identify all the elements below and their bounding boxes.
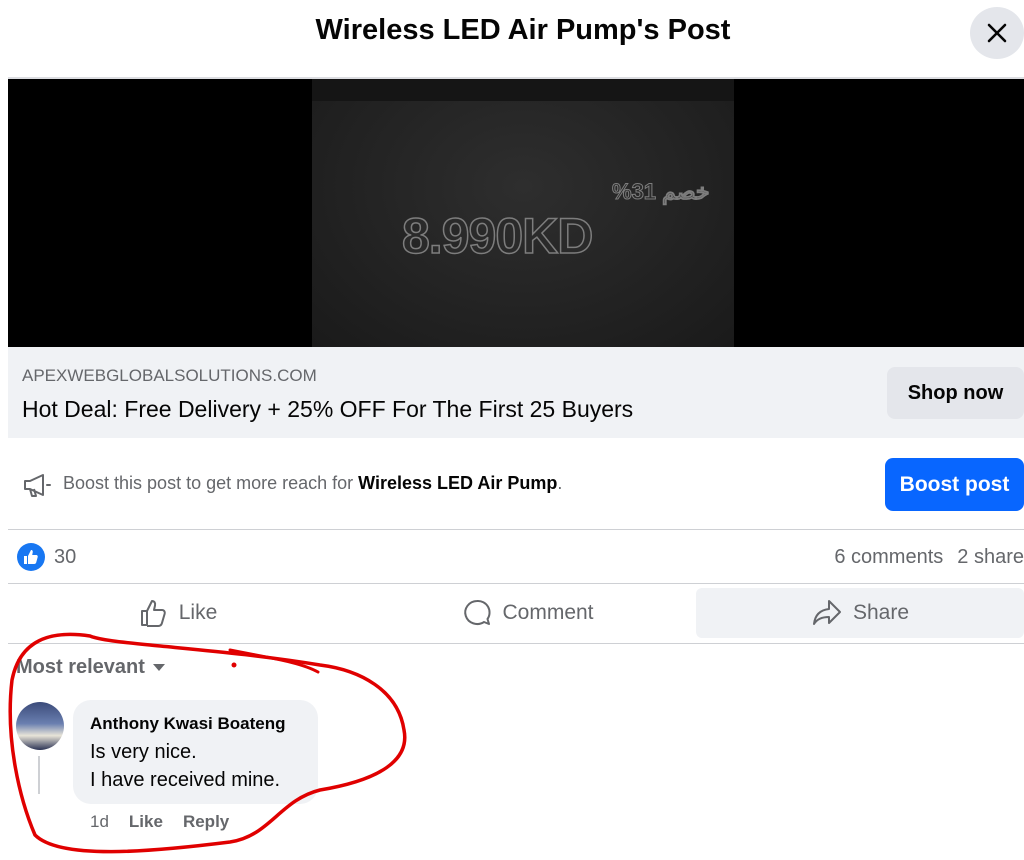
like-button[interactable]: Like (8, 588, 348, 638)
comment-like-link[interactable]: Like (129, 812, 163, 831)
comment-bubble: Anthony Kwasi Boateng Is very nice. I ha… (73, 700, 318, 804)
post-actions: Like Comment Share (8, 588, 1024, 640)
like-icon (140, 600, 166, 627)
comment-button[interactable]: Comment (358, 588, 698, 638)
divider (8, 583, 1024, 584)
boost-post-button[interactable]: Boost post (885, 458, 1024, 511)
divider (8, 643, 1024, 644)
thumbs-up-icon (24, 550, 38, 564)
red-annotation-dot (231, 662, 237, 668)
share-icon (812, 600, 841, 625)
comment-text-line: I have received mine. (90, 769, 281, 791)
reactions-bar: 30 6 comments 2 shares (8, 530, 1024, 582)
boost-text: Boost this post to get more reach for Wi… (63, 473, 562, 494)
megaphone-icon (24, 474, 51, 497)
comment-label: Comment (502, 601, 594, 624)
link-title[interactable]: Hot Deal: Free Delivery + 25% OFF For Th… (22, 396, 633, 423)
sort-label: Most relevant (16, 656, 145, 678)
boost-text-prefix: Boost this post to get more reach for (63, 473, 359, 493)
comment-author[interactable]: Anthony Kwasi Boateng (90, 714, 286, 734)
link-preview[interactable]: APEXWEBGLOBALSOLUTIONS.COM Hot Deal: Fre… (8, 347, 1024, 438)
comment-age[interactable]: 1d (90, 812, 109, 831)
close-icon (987, 23, 1007, 43)
share-button[interactable]: Share (696, 588, 1024, 638)
price-text: 8.990KD (401, 207, 594, 265)
comment-text-line: Is very nice. (90, 741, 197, 763)
comment-icon (464, 599, 491, 625)
post-header: Wireless LED Air Pump's Post (0, 0, 1024, 70)
caret-down-icon (152, 664, 165, 672)
share-label: Share (852, 601, 910, 624)
like-label: Like (178, 601, 218, 624)
like-count[interactable]: 30 (54, 546, 76, 569)
comment-sort-dropdown[interactable]: Most relevant (16, 656, 165, 679)
shop-now-button[interactable]: Shop now (887, 367, 1024, 419)
like-reaction-icon[interactable] (17, 543, 45, 571)
engagement-counts: 6 comments 2 shares (820, 546, 1024, 569)
boost-page-name[interactable]: Wireless LED Air Pump (358, 473, 557, 493)
thread-line (38, 756, 40, 794)
page-title: Wireless LED Air Pump's Post (315, 14, 731, 46)
comment-count[interactable]: 6 comments (834, 546, 943, 568)
comment-meta: 1d Like Reply (90, 812, 249, 832)
ad-image: خصم 31% 8.990KD (312, 79, 734, 347)
ad-image-top-strip (312, 79, 734, 101)
boost-banner: Boost this post to get more reach for Wi… (8, 440, 1024, 528)
comment-reply-link[interactable]: Reply (183, 812, 229, 831)
post-media[interactable]: خصم 31% 8.990KD (8, 79, 1024, 347)
boost-text-suffix: . (557, 473, 563, 493)
avatar[interactable] (16, 702, 64, 750)
share-count[interactable]: 2 shares (957, 546, 1024, 568)
discount-text: خصم 31% (611, 179, 710, 205)
close-button[interactable] (970, 7, 1024, 59)
link-domain: APEXWEBGLOBALSOLUTIONS.COM (22, 366, 317, 385)
